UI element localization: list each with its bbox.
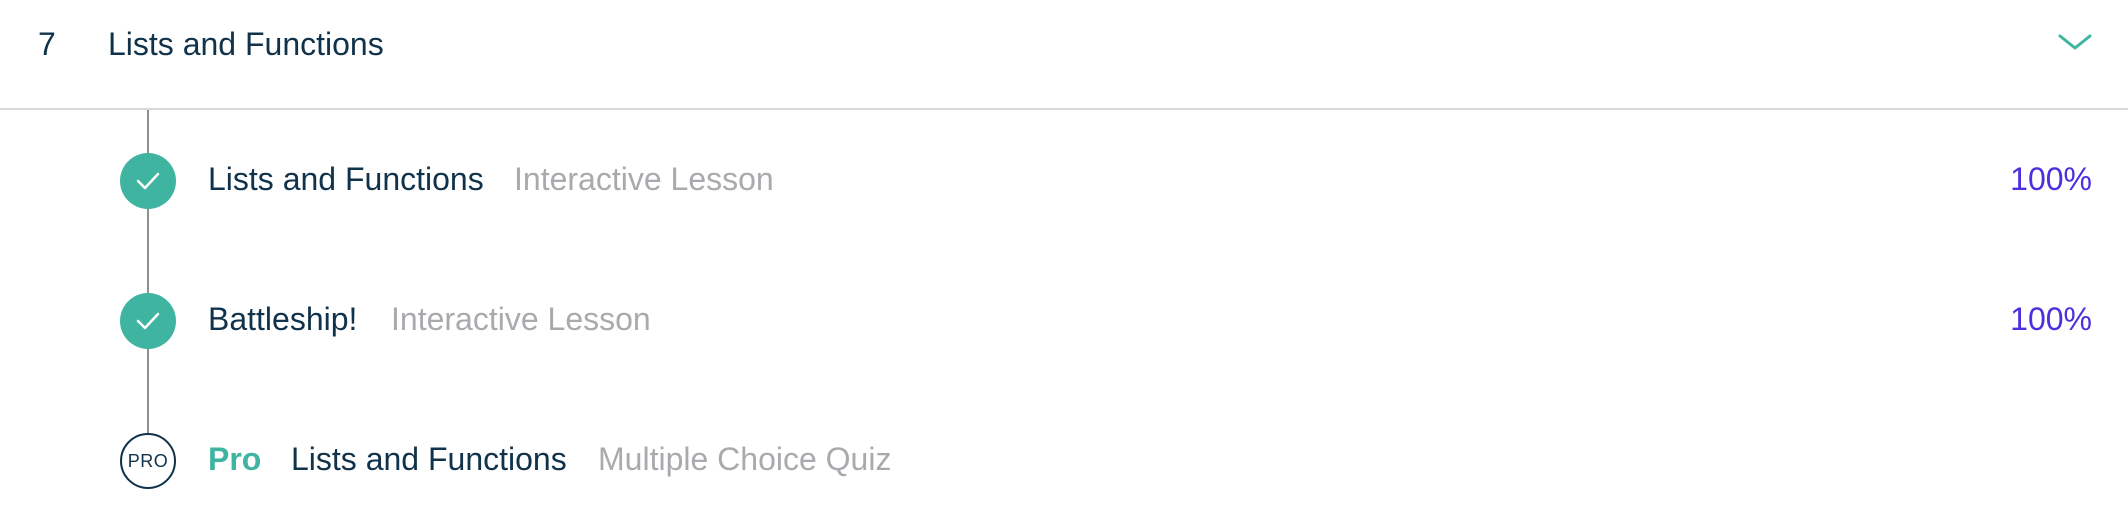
lesson-type: Interactive Lesson: [514, 161, 774, 197]
chapter-header[interactable]: 7 Lists and Functions: [0, 0, 2128, 110]
chapter-number: 7: [38, 26, 56, 62]
pro-label: Pro: [208, 441, 262, 477]
chevron-down-icon[interactable]: [2058, 32, 2092, 52]
chapter-title: Lists and Functions: [108, 26, 384, 62]
lesson-progress: 100%: [2010, 301, 2092, 337]
lesson-type: Multiple Choice Quiz: [598, 441, 892, 477]
lesson-row-pro-quiz[interactable]: PRO Pro Lists and Functions Multiple Cho…: [0, 421, 2128, 501]
lesson-row-battleship[interactable]: Battleship! Interactive Lesson 100%: [0, 281, 2128, 361]
lesson-row-lists-and-functions[interactable]: Lists and Functions Interactive Lesson 1…: [0, 141, 2128, 221]
lesson-title: Battleship!: [208, 301, 358, 337]
check-icon: [120, 293, 176, 349]
check-icon: [120, 153, 176, 209]
lesson-progress: 100%: [2010, 161, 2092, 197]
pro-badge-icon: PRO: [120, 433, 176, 489]
lesson-title: Lists and Functions: [291, 441, 567, 477]
lesson-title: Lists and Functions: [208, 161, 484, 197]
lesson-type: Interactive Lesson: [391, 301, 651, 337]
